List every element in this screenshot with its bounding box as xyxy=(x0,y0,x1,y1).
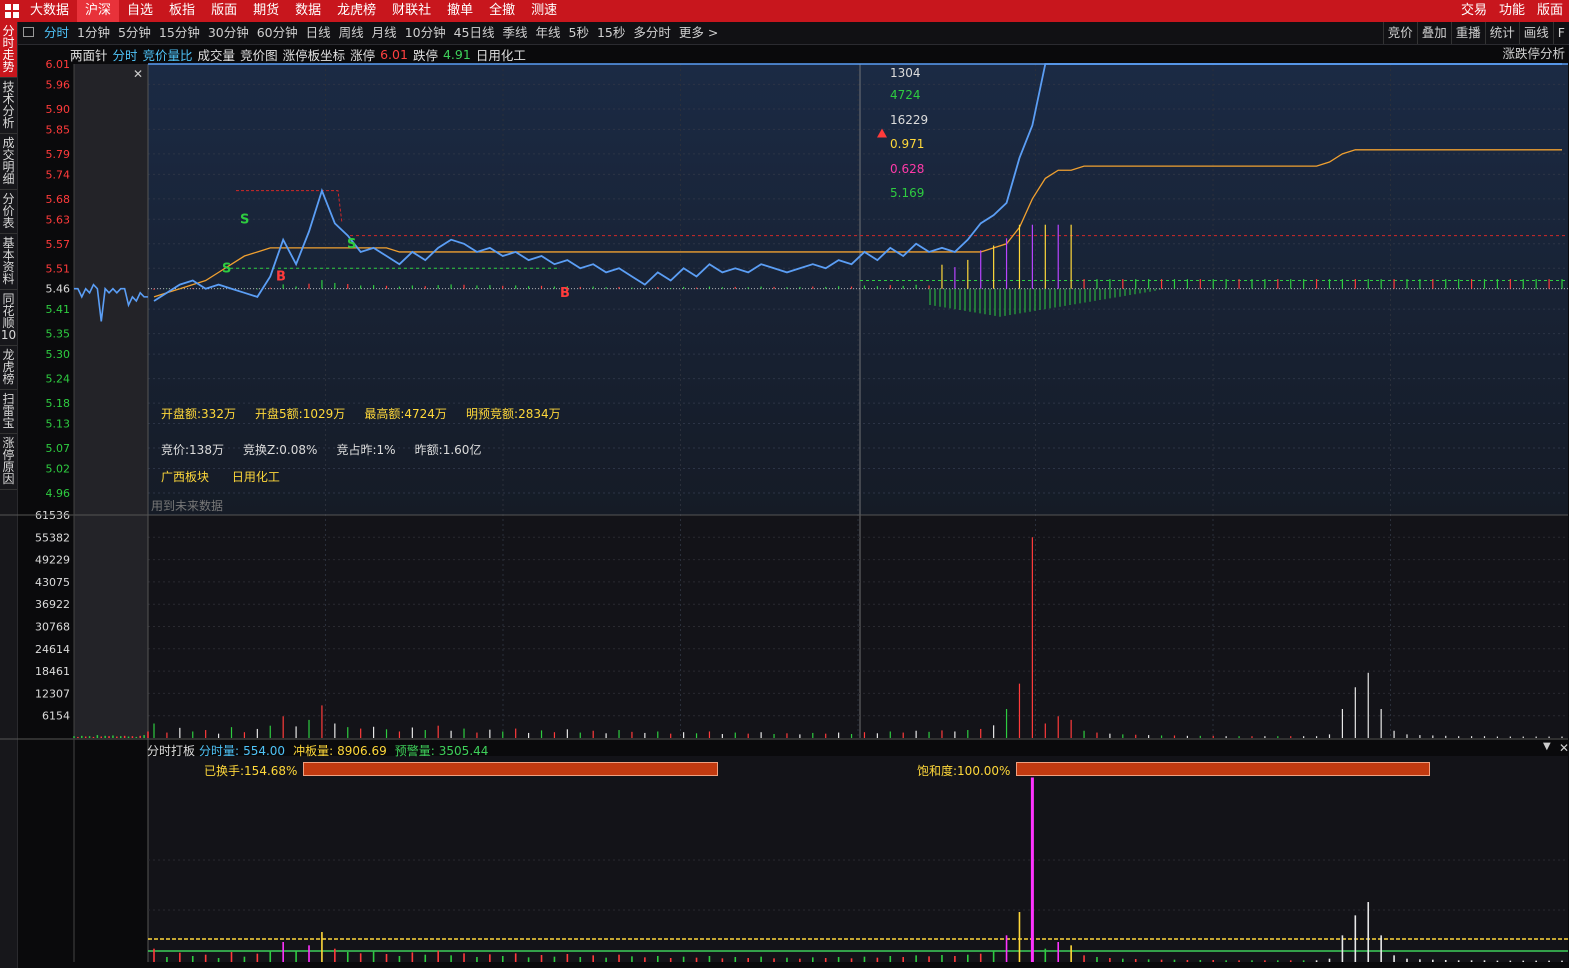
price-axis-label: 6.01 xyxy=(46,58,71,71)
price-axis-label: 5.41 xyxy=(46,303,71,316)
stat-label: 竞占昨: xyxy=(336,443,377,457)
stat-value: 4724万 xyxy=(404,407,447,421)
price-axis-label: 5.57 xyxy=(46,238,71,251)
price-axis-label: 5.35 xyxy=(46,328,71,341)
chevron-down-icon[interactable]: ▼ xyxy=(1543,741,1551,752)
board-panel-header: 分时打板 分时量: 554.00 冲板量: 8906.69 预警量: 3505.44 xyxy=(147,742,496,758)
auction-bg xyxy=(74,64,148,738)
stat-value: 138万 xyxy=(189,443,224,457)
price-axis-label: 5.79 xyxy=(46,148,71,161)
fenshi-volume-value: 554.00 xyxy=(243,744,286,758)
stat-label: 竞换Z: xyxy=(243,443,280,457)
price-axis-label: 4.96 xyxy=(46,487,71,500)
sector-link[interactable]: 广西板块 xyxy=(161,470,209,484)
price-axis-label: 5.74 xyxy=(46,168,71,181)
price-axis-label: 5.18 xyxy=(46,397,71,410)
stat-value: 1.60亿 xyxy=(442,443,482,457)
price-axis-label: 5.85 xyxy=(46,123,71,136)
price-axis-label: 5.90 xyxy=(46,103,71,116)
future-data-note: 用到未来数据 xyxy=(151,499,224,513)
chongban-volume-value: 8906.69 xyxy=(337,744,387,758)
price-axis-label: 5.63 xyxy=(46,213,71,226)
trade-mark: S xyxy=(222,261,231,276)
volume-axis-label: 55382 xyxy=(35,531,70,544)
close-panel-icon[interactable]: ✕ xyxy=(1559,741,1569,755)
panel-title: 分时打板 xyxy=(147,744,196,758)
stat-label: 最高额: xyxy=(364,407,405,421)
turnover-bar xyxy=(303,762,718,776)
stat-row-3: 广西板块 日用化工 xyxy=(161,468,280,485)
stat-value: 2834万 xyxy=(518,407,561,421)
stat-row-2: 竞价:138万 竞换Z:0.08% 竞占昨:1% 昨额:1.60亿 xyxy=(161,441,481,458)
price-axis-label: 5.02 xyxy=(46,462,71,475)
trade-mark: S xyxy=(240,212,249,227)
stat-value: 332万 xyxy=(201,407,236,421)
stat-label: 竞价: xyxy=(161,443,190,457)
saturation-bar xyxy=(1016,762,1430,776)
chongban-volume: 冲板量: 8906.69 xyxy=(293,742,391,758)
price-axis-label: 5.30 xyxy=(46,348,71,361)
stat-value: 1029万 xyxy=(302,407,346,421)
fenshi-volume: 分时量: 554.00 xyxy=(199,742,289,758)
seal-label-6: 5.169 xyxy=(890,186,925,200)
seal-label-1: 1304 xyxy=(890,66,921,80)
price-axis-label: 5.96 xyxy=(46,78,71,91)
stat-label: 开盘额: xyxy=(161,407,202,421)
price-axis-label: 5.07 xyxy=(46,442,71,455)
volume-axis-label: 12307 xyxy=(35,687,70,700)
close-auction-icon[interactable]: ✕ xyxy=(133,67,143,81)
turnover-label: 已换手:154.68% xyxy=(204,764,298,778)
stat-label: 昨额: xyxy=(414,443,443,457)
chongban-volume-label: 冲板量: xyxy=(293,744,334,758)
seal-label-3: 16229 xyxy=(890,113,929,127)
industry-link[interactable]: 日用化工 xyxy=(232,470,280,484)
saturation-label: 饱和度:100.00% xyxy=(917,764,1011,778)
volume-axis-label: 24614 xyxy=(35,643,70,656)
volume-axis-label: 18461 xyxy=(35,665,70,678)
stat-label: 明预竞额: xyxy=(466,407,519,421)
volume-axis-label: 43075 xyxy=(35,576,70,589)
yujing-volume-value: 3505.44 xyxy=(438,744,489,758)
volume-axis-label: 36922 xyxy=(35,598,70,611)
seal-label-5: 0.628 xyxy=(890,162,925,176)
volume-axis-label: 6154 xyxy=(42,710,70,723)
seal-label-4: 0.971 xyxy=(890,137,925,151)
stat-value: 0.08% xyxy=(279,443,318,457)
volume-axis-label: 30768 xyxy=(35,621,70,634)
fenshi-volume-label: 分时量: xyxy=(199,744,240,758)
stat-label: 开盘5额: xyxy=(255,407,303,421)
price-axis-label: 5.13 xyxy=(46,418,71,431)
price-axis-label: 5.51 xyxy=(46,262,71,275)
volume-axis-label: 49229 xyxy=(35,554,70,567)
yujing-volume: 预警量: 3505.44 xyxy=(394,742,493,758)
yujing-volume-label: 预警量: xyxy=(394,744,435,758)
stat-value: 1% xyxy=(376,443,396,457)
price-axis-label: 5.46 xyxy=(46,283,71,296)
seal-label-2: 4724 xyxy=(890,88,921,102)
trade-mark: B xyxy=(560,286,570,301)
price-axis-label: 5.68 xyxy=(46,193,71,206)
price-axis-label: 5.24 xyxy=(46,373,71,386)
stat-row-1: 开盘额:332万 开盘5额:1029万 最高额:4724万 明预竞额:2834万 xyxy=(161,405,561,422)
trade-mark: B xyxy=(276,269,286,284)
trade-mark: S xyxy=(347,237,356,252)
